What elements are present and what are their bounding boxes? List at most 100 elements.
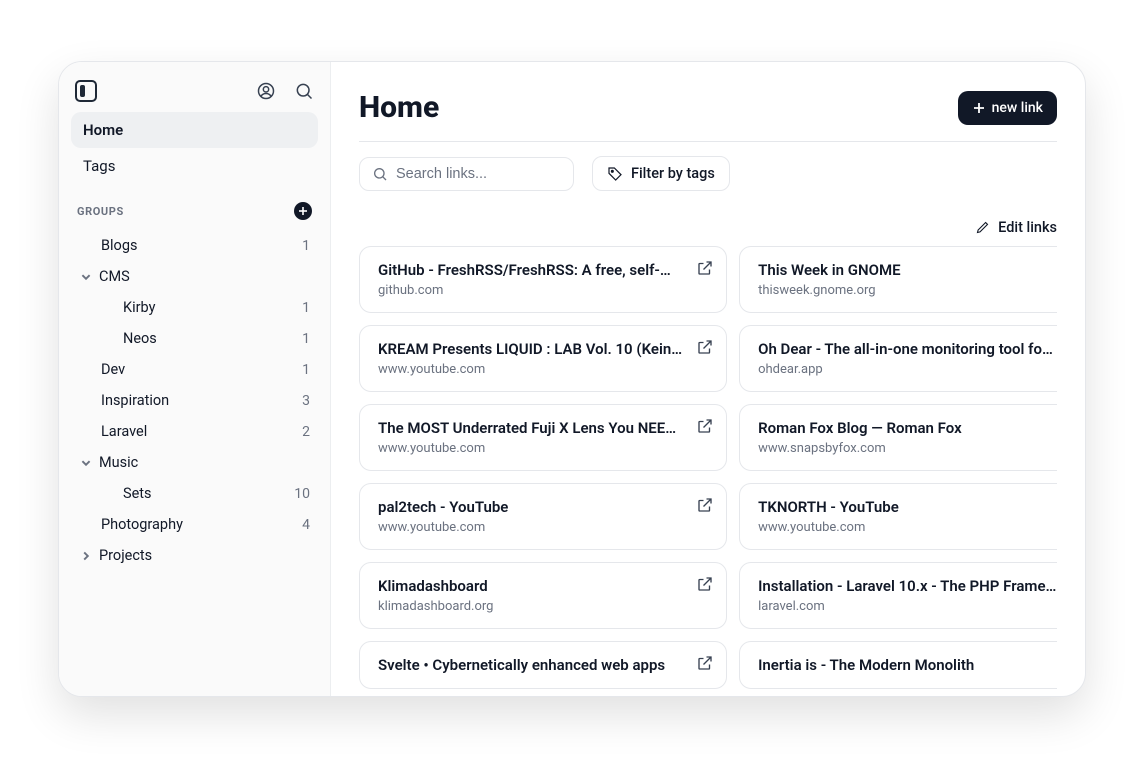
search-icon[interactable] — [294, 81, 314, 101]
group-label: Projects — [99, 547, 310, 564]
link-card[interactable]: The MOST Underrated Fuji X Lens You NEE…… — [359, 404, 727, 471]
group-count: 10 — [294, 486, 310, 502]
link-card[interactable]: Oh Dear - The all-in-one monitoring tool… — [739, 325, 1057, 392]
link-title: Oh Dear - The all-in-one monitoring tool… — [758, 340, 1056, 358]
filter-by-tags-button[interactable]: Filter by tags — [592, 156, 730, 191]
link-domain: www.youtube.com — [758, 520, 1056, 535]
group-laravel[interactable]: Laravel 2 — [71, 416, 318, 447]
open-link-icon[interactable] — [696, 338, 714, 356]
plus-icon — [972, 101, 986, 115]
group-cms[interactable]: CMS — [71, 261, 318, 292]
search-icon — [372, 166, 388, 182]
group-blogs[interactable]: Blogs 1 — [71, 230, 318, 261]
group-label: Blogs — [101, 237, 296, 254]
app-logo — [75, 80, 97, 102]
open-link-icon[interactable] — [696, 496, 714, 514]
link-title: The MOST Underrated Fuji X Lens You NEE… — [378, 419, 682, 437]
pencil-icon — [975, 220, 990, 235]
link-title: Inertia is - The Modern Monolith — [758, 656, 1056, 674]
group-count: 4 — [302, 517, 310, 533]
group-count: 1 — [302, 331, 310, 347]
link-title: pal2tech - YouTube — [378, 498, 682, 516]
sidebar-top — [71, 80, 318, 112]
add-group-button[interactable] — [294, 202, 312, 220]
group-count: 1 — [302, 300, 310, 316]
chevron-down-icon[interactable] — [79, 270, 93, 284]
group-inspiration[interactable]: Inspiration 3 — [71, 385, 318, 416]
link-title: Klimadashboard — [378, 577, 682, 595]
group-label: Music — [99, 454, 310, 471]
link-domain: ohdear.app — [758, 362, 1056, 377]
link-card[interactable]: Inertia is - The Modern Monolith — [739, 641, 1057, 689]
group-count: 1 — [302, 362, 310, 378]
group-count: 2 — [302, 424, 310, 440]
group-kirby[interactable]: Kirby1 — [71, 292, 318, 323]
link-card[interactable]: This Week in GNOME thisweek.gnome.org — [739, 246, 1057, 313]
link-card[interactable]: Klimadashboard klimadashboard.org — [359, 562, 727, 629]
group-label: CMS — [99, 268, 310, 285]
group-count: 3 — [302, 393, 310, 409]
group-count: 1 — [302, 238, 310, 254]
groups-header: GROUPS — [71, 184, 318, 228]
group-photography[interactable]: Photography 4 — [71, 509, 318, 540]
divider — [359, 141, 1057, 142]
edit-links-label: Edit links — [998, 219, 1057, 236]
controls: Filter by tags — [359, 156, 1057, 191]
open-link-icon[interactable] — [696, 654, 714, 672]
link-card[interactable]: pal2tech - YouTube www.youtube.com — [359, 483, 727, 550]
link-title: TKNORTH - YouTube — [758, 498, 1056, 516]
open-link-icon[interactable] — [696, 417, 714, 435]
open-link-icon[interactable] — [696, 575, 714, 593]
open-link-icon[interactable] — [696, 259, 714, 277]
link-domain: laravel.com — [758, 599, 1056, 614]
chevron-down-icon[interactable] — [79, 456, 93, 470]
filter-label: Filter by tags — [631, 165, 715, 182]
link-card[interactable]: TKNORTH - YouTube www.youtube.com — [739, 483, 1057, 550]
nav-tags-label: Tags — [83, 157, 115, 175]
link-domain: www.youtube.com — [378, 520, 682, 535]
link-card[interactable]: GitHub - FreshRSS/FreshRSS: A free, self… — [359, 246, 727, 313]
group-dev[interactable]: Dev 1 — [71, 354, 318, 385]
group-neos[interactable]: Neos 1 — [71, 323, 318, 354]
new-link-label: new link — [992, 100, 1043, 116]
group-music[interactable]: Music — [71, 447, 318, 478]
group-label: Laravel — [101, 423, 296, 440]
group-label: Inspiration — [101, 392, 296, 409]
link-domain: thisweek.gnome.org — [758, 283, 1056, 298]
tag-icon — [607, 166, 623, 182]
group-label: Sets — [123, 485, 288, 502]
group-sets[interactable]: Sets 10 — [71, 478, 318, 509]
group-label: Dev — [101, 361, 296, 378]
group-projects[interactable]: Projects — [71, 540, 318, 571]
link-domain: github.com — [378, 283, 682, 298]
account-icon[interactable] — [256, 81, 276, 101]
search-box[interactable] — [359, 157, 574, 191]
main-header: Home new link — [359, 90, 1057, 125]
chevron-right-icon[interactable] — [79, 549, 93, 563]
groups-label: GROUPS — [77, 205, 124, 218]
link-card[interactable]: Svelte • Cybernetically enhanced web app… — [359, 641, 727, 689]
edit-links-button[interactable]: Edit links — [975, 219, 1057, 236]
group-label: Neos — [123, 330, 296, 347]
nav-home[interactable]: Home — [71, 112, 318, 148]
link-card[interactable]: Installation - Laravel 10.x - The PHP Fr… — [739, 562, 1057, 629]
page-title: Home — [359, 90, 439, 125]
new-link-button[interactable]: new link — [958, 91, 1057, 125]
groups-tree: Blogs 1 CMS Kirby1 Neos 1 Dev 1 Inspiration 3 Lara… — [71, 230, 318, 571]
sidebar: Home Tags GROUPS Blogs1CMSKirby1Neos1Dev… — [59, 62, 331, 696]
link-title: Svelte • Cybernetically enhanced web app… — [378, 656, 682, 674]
link-domain: klimadashboard.org — [378, 599, 682, 614]
link-title: This Week in GNOME — [758, 261, 1056, 279]
link-card[interactable]: Roman Fox Blog — Roman Foxwww.snapsbyfox… — [739, 404, 1057, 471]
nav-home-label: Home — [83, 121, 123, 139]
link-title: GitHub - FreshRSS/FreshRSS: A free, self… — [378, 261, 682, 279]
link-title: KREAM Presents LIQUID : LAB Vol. 10 (Kei… — [378, 340, 682, 358]
link-title: Roman Fox Blog — Roman Fox — [758, 419, 1056, 437]
links-grid: GitHub - FreshRSS/FreshRSS: A free, self… — [359, 246, 1057, 689]
group-label: Photography — [101, 516, 296, 533]
search-input[interactable] — [396, 166, 561, 182]
app-window: Home Tags GROUPS Blogs1CMSKirby1Neos1Dev… — [58, 61, 1086, 697]
nav-tags[interactable]: Tags — [71, 148, 318, 184]
link-card[interactable]: KREAM Presents LIQUID : LAB Vol. 10 (Kei… — [359, 325, 727, 392]
link-domain: www.youtube.com — [378, 441, 682, 456]
